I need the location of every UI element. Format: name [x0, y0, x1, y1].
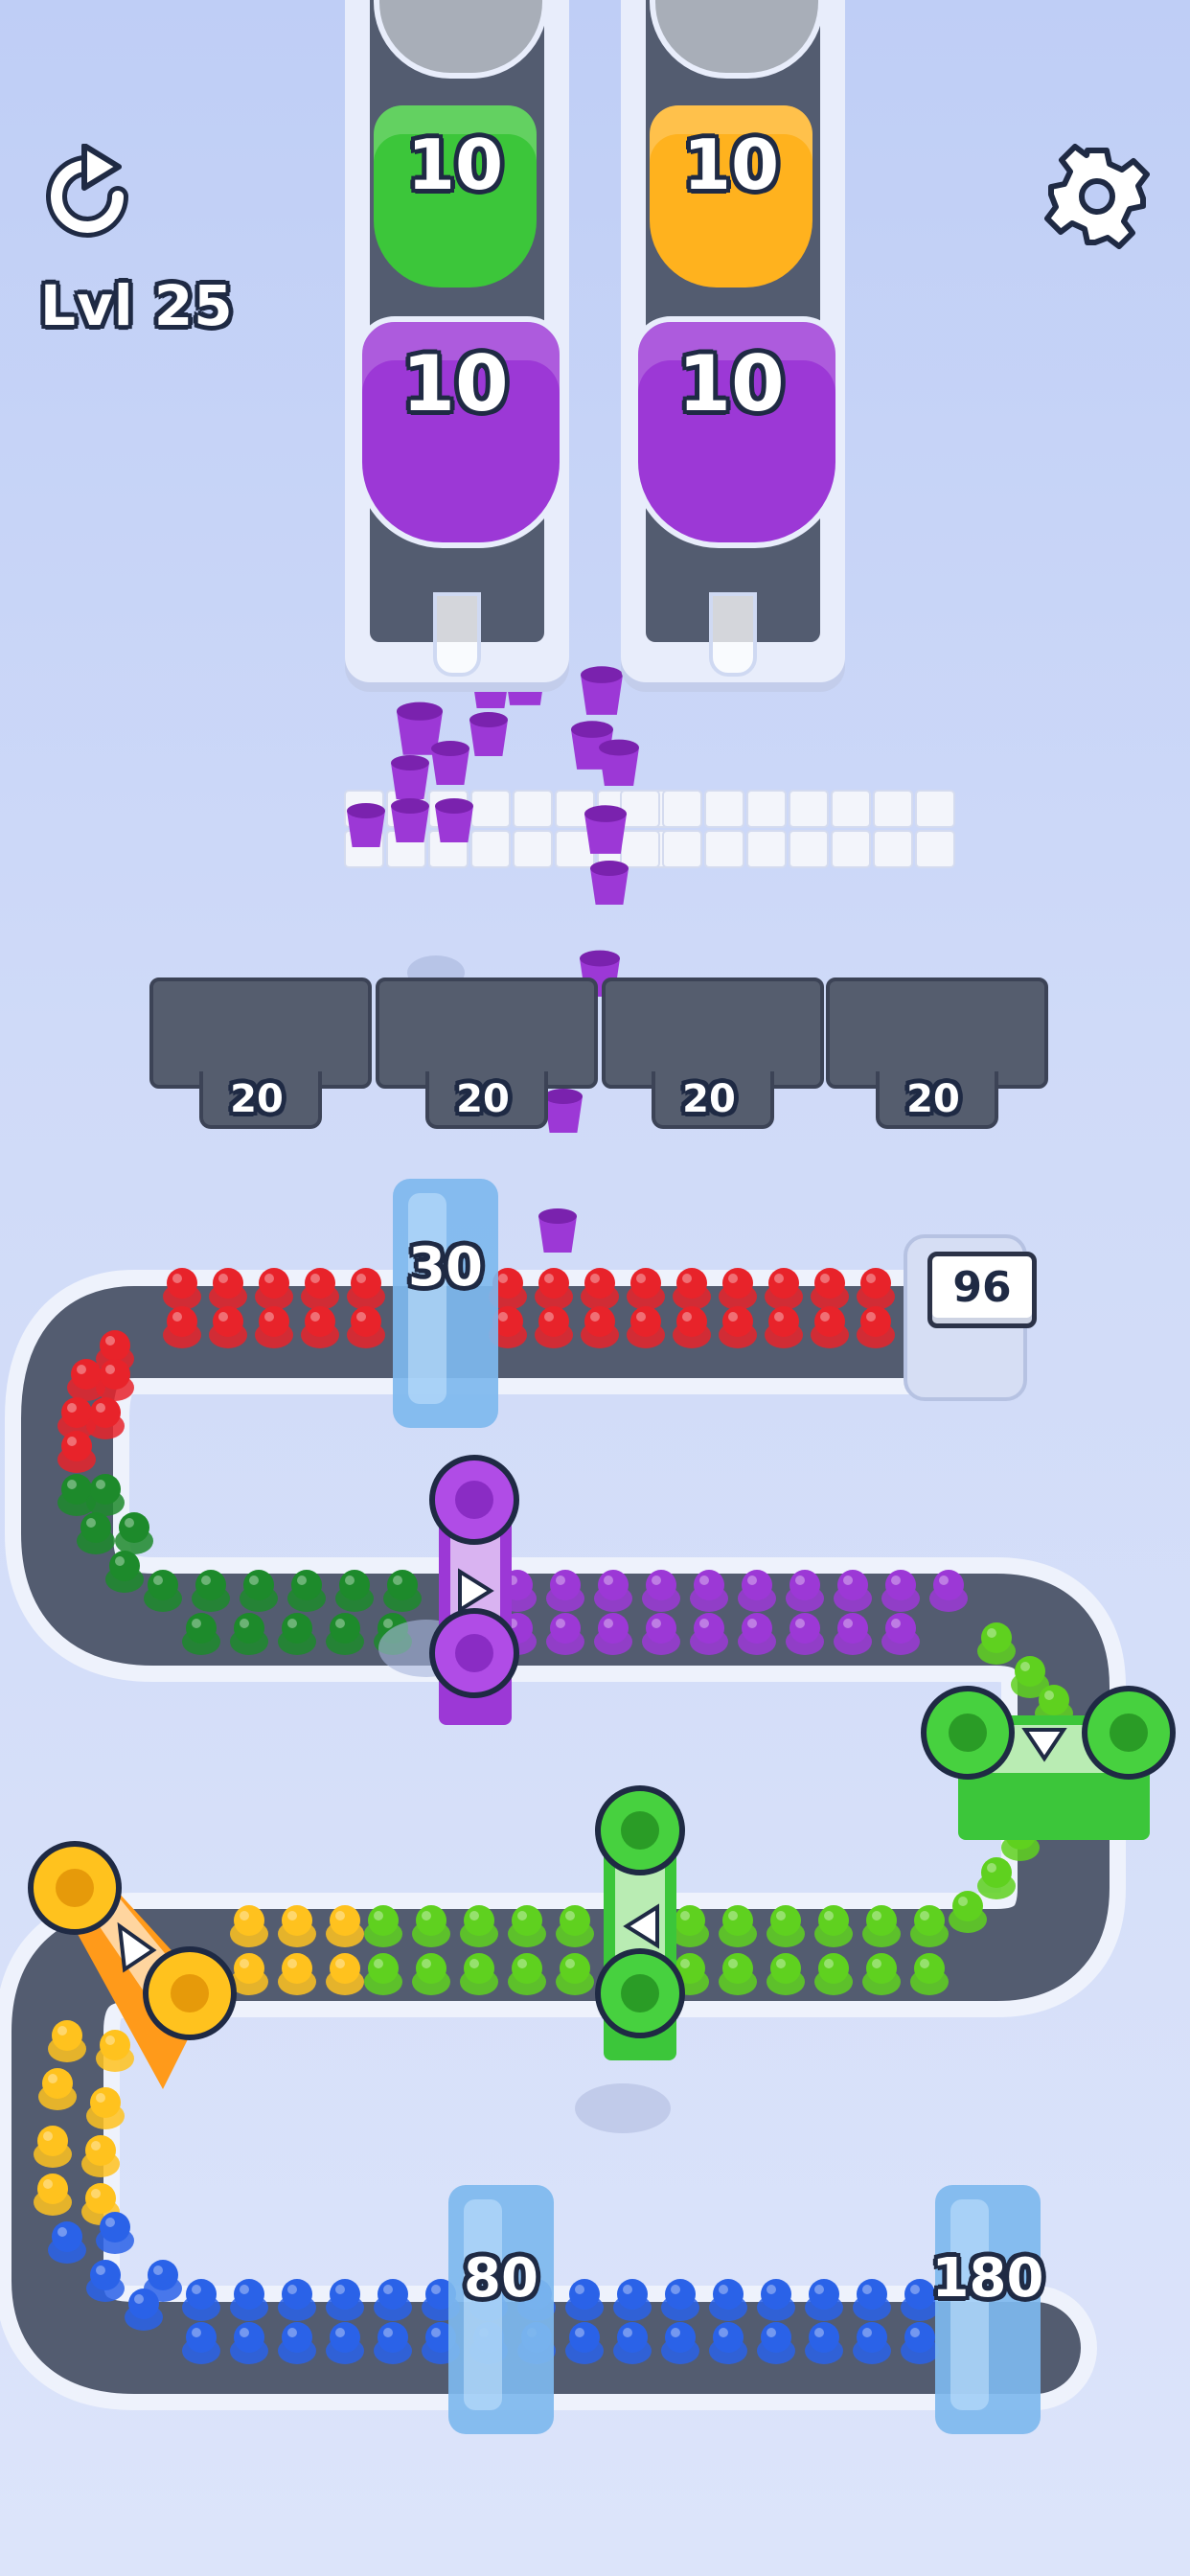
- slot-capacity: 20: [456, 1077, 510, 1121]
- belt-piece: [230, 2279, 268, 2321]
- cup-green[interactable]: 10: [374, 105, 537, 307]
- settings-button[interactable]: [1044, 144, 1150, 249]
- belt-piece: [613, 2279, 652, 2321]
- belt-counter-value: 96: [952, 1263, 1012, 1312]
- belt-piece: [709, 2279, 747, 2321]
- falling-cup: [391, 755, 429, 799]
- slot-capacity: 20: [230, 1077, 284, 1121]
- falling-cup: [469, 712, 508, 756]
- belt-piece: [374, 2279, 412, 2321]
- holding-grid: [344, 790, 955, 868]
- belt-piece: [805, 2279, 843, 2321]
- cup-count: 10: [401, 339, 509, 428]
- restart-button[interactable]: [36, 143, 142, 249]
- purple-swapper[interactable]: [429, 1455, 519, 1725]
- belt-piece: [278, 2279, 316, 2321]
- belt-piece: [565, 2279, 604, 2321]
- falling-cup: [544, 1089, 583, 1133]
- falling-cup: [431, 741, 469, 785]
- ice-block-80: [448, 2185, 554, 2434]
- nozzle: [433, 592, 481, 677]
- level-label: Lvl 25: [40, 273, 234, 338]
- falling-cups: [347, 656, 639, 1253]
- falling-cup: [391, 798, 429, 842]
- slot-capacity: 20: [682, 1077, 736, 1121]
- falling-cup: [590, 861, 629, 905]
- falling-cup: [584, 805, 627, 854]
- belt-piece: [182, 2279, 220, 2321]
- ice-block-180: [935, 2185, 1041, 2434]
- cup-tray-left: 10 10: [345, 0, 569, 682]
- belt-piece: [144, 2260, 182, 2302]
- conveyor-belt-rim: [0, 1270, 1126, 2410]
- belt-piece: [661, 2279, 699, 2321]
- conveyor-belt: [11, 1286, 1110, 2394]
- ice-block-counter: 180: [931, 2247, 1044, 2310]
- falling-cup: [538, 1208, 577, 1253]
- cup-purple[interactable]: 10: [356, 316, 565, 548]
- green-swapper-middle[interactable]: [595, 1785, 685, 2060]
- ice-block-counter: 80: [464, 2247, 538, 2310]
- restart-icon: [46, 143, 128, 238]
- gear-icon: [1044, 144, 1150, 249]
- cup-count: 10: [682, 125, 780, 205]
- ice-block-30: [393, 1179, 498, 1428]
- falling-cup: [347, 803, 385, 847]
- cup-tray-right: 10 10: [621, 0, 845, 682]
- falling-cup: [435, 798, 473, 842]
- cup-count: 10: [677, 339, 785, 428]
- ice-block-counter: 30: [408, 1236, 483, 1299]
- falling-cup: [599, 739, 639, 786]
- belt-counter: 96: [927, 1252, 1037, 1328]
- falling-cup: [581, 666, 623, 715]
- belt-piece: [757, 2279, 795, 2321]
- cup-yellow[interactable]: 10: [650, 105, 812, 307]
- belt-piece: [326, 2279, 364, 2321]
- belt-piece: [853, 2279, 891, 2321]
- cup-purple[interactable]: 10: [632, 316, 841, 548]
- nozzle: [709, 592, 757, 677]
- slot-capacity: 20: [906, 1077, 960, 1121]
- cup-count: 10: [406, 125, 504, 205]
